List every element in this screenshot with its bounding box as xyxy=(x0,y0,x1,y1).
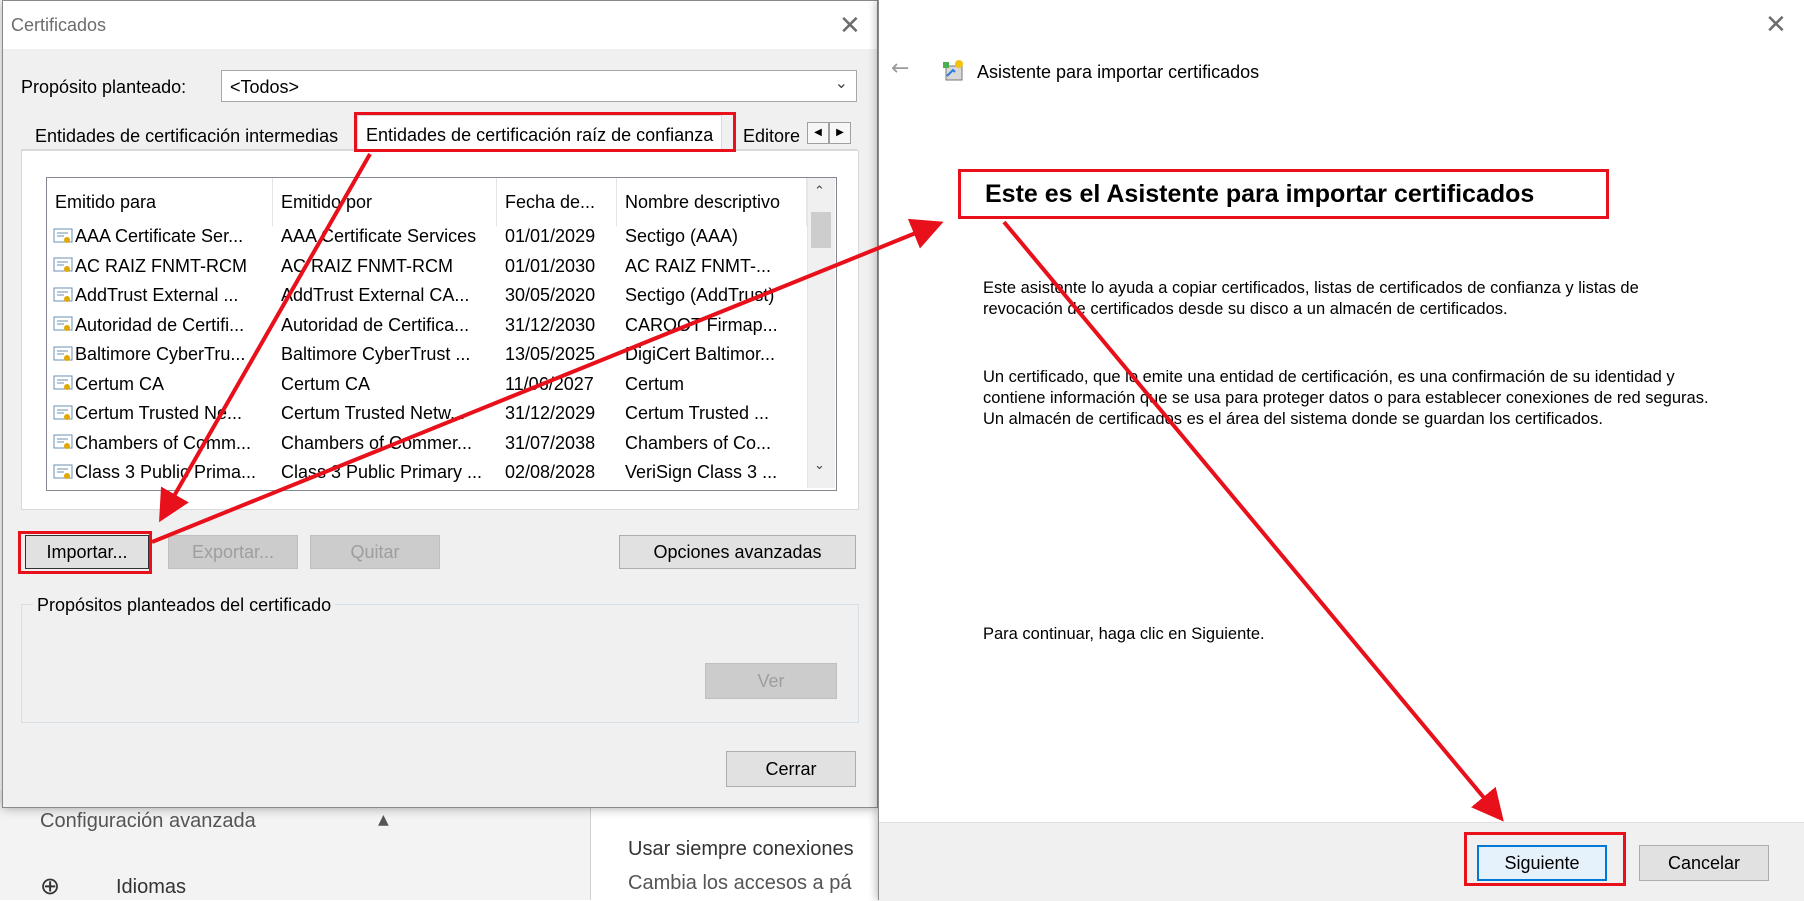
arrow-heading-to-next xyxy=(1002,220,1504,822)
arrow-tab-to-import xyxy=(159,153,372,523)
arrow-import-to-heading xyxy=(151,218,944,544)
annotation-arrows xyxy=(151,153,1504,822)
